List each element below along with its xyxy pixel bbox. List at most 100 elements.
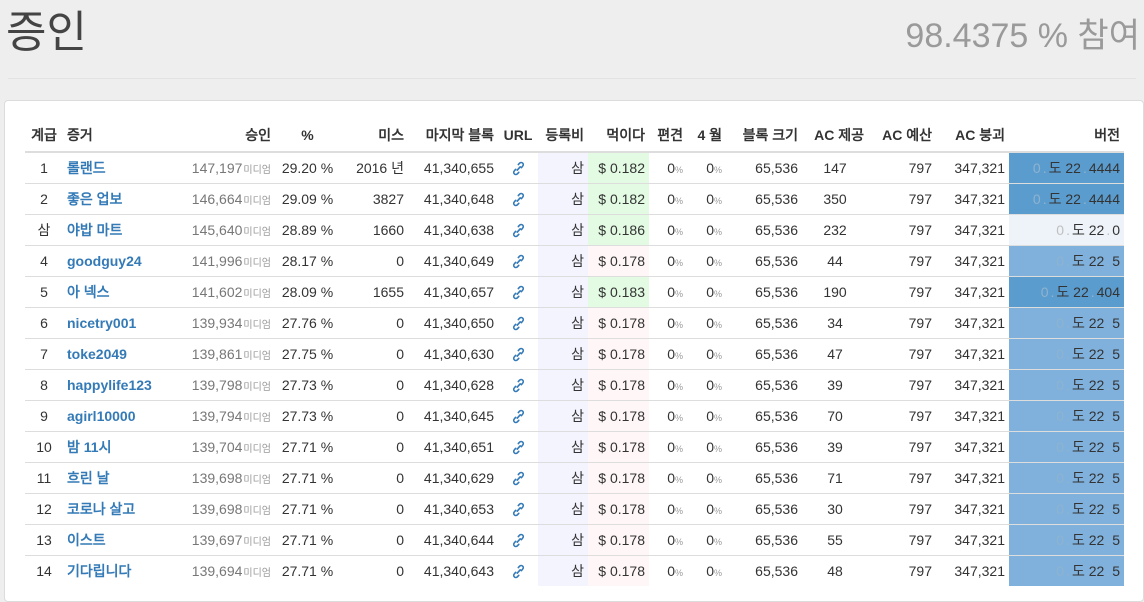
- url-cell: [498, 245, 538, 277]
- version-minor: 도 22: [1071, 470, 1105, 486]
- votes-unit: 미디엄: [243, 165, 271, 176]
- votes-unit: 미디엄: [243, 537, 271, 548]
- apr-value: 0: [706, 346, 714, 362]
- votes-value: 139,794: [191, 408, 243, 424]
- table-row: 11 흐린 날 139,698미디엄 27.71 % 0 41,340,629 삼 $ 0.1…: [25, 462, 1124, 494]
- link-icon[interactable]: [512, 284, 525, 300]
- col-missed[interactable]: 미스: [340, 119, 408, 153]
- version-major: 0: [1040, 284, 1049, 300]
- version-patch: 5: [1112, 315, 1120, 331]
- apr-cell: 0%: [687, 183, 726, 215]
- link-icon[interactable]: [512, 470, 525, 486]
- bias-unit: %: [674, 258, 683, 268]
- feed-cell: $ 0.178: [588, 431, 649, 463]
- votes-unit: 미디엄: [243, 413, 271, 424]
- witness-link[interactable]: 기다립니다: [67, 563, 131, 579]
- link-icon[interactable]: [512, 222, 525, 238]
- witness-link[interactable]: 롤랜드: [67, 160, 106, 176]
- witness-link[interactable]: agirl10000: [67, 408, 136, 424]
- version-major: 0: [1056, 563, 1065, 579]
- witness-link[interactable]: goodguy24: [67, 253, 142, 269]
- bias-value: 0: [667, 377, 675, 393]
- version-cell: 0.도 22. 5: [1009, 245, 1124, 277]
- block-size-cell: 65,536: [726, 524, 802, 556]
- votes-value: 141,602: [191, 284, 243, 300]
- witness-link[interactable]: toke2049: [67, 346, 127, 362]
- votes-value: 139,698: [191, 470, 243, 486]
- percent-cell: 27.73 %: [275, 400, 340, 432]
- link-icon[interactable]: [512, 439, 525, 455]
- rank-cell: 4: [25, 245, 63, 277]
- version-patch: 5: [1112, 346, 1120, 362]
- witness-link[interactable]: nicetry001: [67, 315, 136, 331]
- ac-offer-cell: 147: [802, 151, 868, 184]
- percent-cell: 28.17 %: [275, 245, 340, 277]
- col-last-block[interactable]: 마지막 블록: [408, 119, 498, 153]
- fee-cell: 삼: [538, 245, 588, 277]
- votes-cell: 139,704미디엄: [175, 431, 275, 463]
- col-block-size[interactable]: 블록 크기: [726, 119, 802, 153]
- fee-cell: 삼: [538, 338, 588, 370]
- link-icon[interactable]: [512, 346, 525, 362]
- link-icon[interactable]: [512, 501, 525, 517]
- version-separator: .: [1066, 563, 1070, 579]
- link-icon[interactable]: [512, 532, 525, 548]
- block-size-cell: 65,536: [726, 214, 802, 246]
- link-icon[interactable]: [512, 377, 525, 393]
- version-minor: 도 22: [1071, 439, 1105, 455]
- version-major: 0: [1056, 439, 1065, 455]
- link-icon[interactable]: [512, 160, 525, 176]
- witness-link[interactable]: 코로나 살고: [67, 501, 135, 517]
- link-icon[interactable]: [512, 408, 525, 424]
- link-icon[interactable]: [512, 563, 525, 579]
- version-minor: 도 22: [1048, 191, 1081, 207]
- witness-cell: 야밥 마트: [63, 214, 175, 246]
- witness-link[interactable]: 좋은 업보: [67, 191, 122, 207]
- witness-link[interactable]: 야밥 마트: [67, 222, 122, 238]
- version-separator: .: [1066, 222, 1070, 238]
- witness-cell: agirl10000: [63, 400, 175, 432]
- missed-cell: 0: [340, 431, 408, 463]
- witness-link[interactable]: happylife123: [67, 377, 152, 393]
- link-icon[interactable]: [512, 191, 525, 207]
- votes-cell: 146,664미디엄: [175, 183, 275, 215]
- col-ac-offer[interactable]: AC 제공: [802, 119, 868, 153]
- page-header: 증인 98.4375 % 참여: [0, 0, 1144, 80]
- col-ac-budget[interactable]: AC 예산: [868, 119, 936, 153]
- col-fee[interactable]: 등록비: [538, 119, 588, 153]
- version-cell: 0.도 22. 5: [1009, 431, 1124, 463]
- bias-value: 0: [667, 315, 675, 331]
- missed-cell: 0: [340, 524, 408, 556]
- link-icon[interactable]: [512, 315, 525, 331]
- version-patch: 5: [1112, 377, 1120, 393]
- votes-unit: 미디엄: [243, 444, 271, 455]
- votes-cell: 139,698미디엄: [175, 462, 275, 494]
- apr-unit: %: [713, 258, 722, 268]
- block-size-cell: 65,536: [726, 400, 802, 432]
- votes-cell: 147,197미디엄: [175, 151, 275, 184]
- witness-link[interactable]: 이스트: [67, 532, 106, 548]
- col-witness[interactable]: 증거: [63, 119, 175, 153]
- block-size-cell: 65,536: [726, 369, 802, 401]
- col-apr[interactable]: 4 월: [687, 119, 726, 153]
- ac-decay-cell: 347,321: [936, 338, 1009, 370]
- witness-link[interactable]: 밤 11시: [67, 439, 111, 455]
- link-icon[interactable]: [512, 253, 525, 269]
- url-cell: [498, 151, 538, 184]
- col-ac-decay[interactable]: AC 붕괴: [936, 119, 1009, 153]
- col-percent[interactable]: %: [275, 119, 340, 153]
- apr-value: 0: [706, 501, 714, 517]
- col-version[interactable]: 버전: [1009, 119, 1124, 153]
- version-major: 0: [1056, 253, 1065, 269]
- col-votes[interactable]: 승인: [175, 119, 275, 153]
- version-cell: 0.도 22. 4444: [1009, 183, 1124, 215]
- witness-link[interactable]: 아 넥스: [67, 284, 110, 300]
- col-rank[interactable]: 계급: [25, 119, 63, 153]
- table-row: 7 toke2049 139,861미디엄 27.75 % 0 41,340,630 삼 $ …: [25, 338, 1124, 370]
- witness-link[interactable]: 흐린 날: [67, 470, 110, 486]
- witness-cell: 이스트: [63, 524, 175, 556]
- apr-cell: 0%: [687, 524, 726, 556]
- col-bias[interactable]: 편견: [649, 119, 687, 153]
- witness-cell: 코로나 살고: [63, 493, 175, 525]
- col-feed[interactable]: 먹이다: [588, 119, 649, 153]
